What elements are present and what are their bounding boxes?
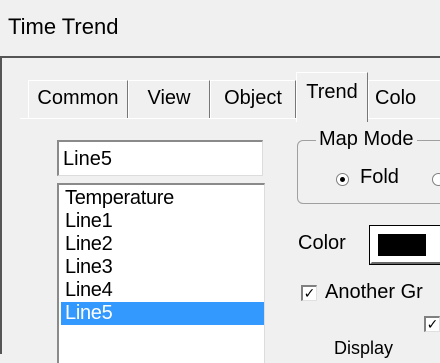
list-item[interactable]: Line1 bbox=[61, 210, 264, 233]
color-picker-button[interactable] bbox=[369, 225, 440, 265]
list-item-label: Line5 bbox=[65, 302, 113, 324]
display-label: Display bbox=[334, 338, 394, 358]
fold-radio[interactable] bbox=[336, 173, 349, 186]
list-item[interactable]: Line2 bbox=[61, 233, 264, 256]
line-name-input[interactable]: Line5 bbox=[57, 140, 263, 176]
lines-listbox[interactable]: Temperature Line1 Line2 Line3 Line4 Line… bbox=[57, 183, 265, 363]
list-item[interactable]: Line3 bbox=[61, 256, 264, 279]
list-item-label: Line3 bbox=[65, 256, 113, 278]
another-group-checkbox[interactable]: ✓ bbox=[301, 285, 317, 301]
tab-trend[interactable]: Trend bbox=[296, 72, 368, 122]
tab-common[interactable]: Common bbox=[28, 80, 128, 118]
another-group-label: Another Gr bbox=[325, 281, 423, 303]
list-item[interactable]: Line4 bbox=[61, 279, 264, 302]
list-item-label: Line4 bbox=[65, 279, 113, 301]
tab-color[interactable]: Colo bbox=[368, 80, 440, 118]
line-name-value: Line5 bbox=[63, 148, 112, 170]
fold-radio-label: Fold bbox=[360, 166, 399, 188]
color-label: Color bbox=[298, 232, 346, 254]
list-item-selected[interactable]: Line5 bbox=[61, 302, 264, 325]
tab-view[interactable]: View bbox=[128, 80, 210, 118]
window-title: Time Trend bbox=[8, 14, 119, 39]
list-item-label: Line2 bbox=[65, 233, 113, 255]
tab-common-label: Common bbox=[37, 87, 119, 109]
tab-object[interactable]: Object bbox=[210, 80, 296, 118]
title-bar: Time Trend bbox=[0, 0, 440, 56]
tab-trend-label: Trend bbox=[306, 81, 358, 103]
tab-object-label: Object bbox=[224, 87, 282, 109]
second-mode-radio[interactable] bbox=[432, 173, 440, 186]
tab-view-label: View bbox=[147, 87, 191, 109]
list-item-label: Temperature bbox=[65, 187, 174, 209]
secondary-checkbox[interactable]: ✓ bbox=[424, 316, 440, 332]
tab-strip-divider bbox=[20, 118, 440, 119]
list-item-label: Line1 bbox=[65, 210, 113, 232]
color-swatch bbox=[378, 234, 426, 256]
tab-color-label: Colo bbox=[375, 87, 417, 109]
map-mode-legend: Map Mode bbox=[316, 128, 417, 151]
radio-selected-dot bbox=[340, 177, 345, 182]
list-item[interactable]: Temperature bbox=[61, 187, 264, 210]
